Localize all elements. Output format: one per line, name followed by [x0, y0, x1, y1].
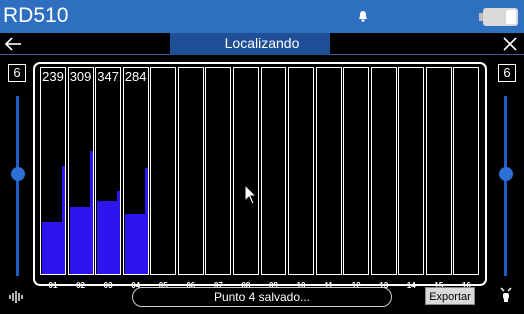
slider-track — [504, 96, 507, 276]
channel-label: 14 — [406, 281, 416, 290]
signal-icon — [9, 291, 23, 303]
channel-peak-bar — [89, 151, 93, 274]
channel-value: 309 — [69, 69, 92, 84]
channel-level-bar — [97, 201, 118, 274]
close-icon — [503, 37, 517, 51]
channel-peak-bar — [61, 165, 65, 274]
channel-graph: 239 01 309 02 347 03 284 04 05 06 07 08 09 10 11 12 13 14… — [33, 62, 487, 290]
status-message-box: Punto 4 salvado... — [132, 287, 392, 307]
channel-value: 284 — [124, 69, 147, 84]
right-level-indicator: 6 — [498, 64, 516, 82]
channel-column — [232, 67, 259, 275]
device-title: RD510 — [3, 4, 69, 27]
close-button[interactable] — [500, 34, 520, 54]
slider-knob[interactable] — [11, 167, 25, 182]
left-level-indicator: 6 — [8, 64, 26, 82]
status-message: Punto 4 salvado... — [213, 290, 311, 304]
channel-label: 03 — [103, 281, 113, 290]
channel-peak-bar — [117, 190, 121, 274]
channel-column — [260, 67, 287, 275]
channel-bars: 239 01 309 02 347 03 284 04 05 06 07 08 09 10 11 12 13 14… — [40, 67, 481, 290]
back-button[interactable] — [4, 34, 24, 54]
bell-icon — [359, 11, 367, 22]
arrow-left-icon — [4, 37, 21, 51]
status-bar: RD510 — [0, 0, 524, 33]
slider-track — [16, 96, 19, 276]
channel-level-bar — [69, 207, 90, 274]
channel-column — [370, 67, 397, 275]
channel-column — [425, 67, 452, 275]
right-gain-slider[interactable] — [499, 96, 513, 276]
channel-column — [398, 67, 425, 275]
channel-column — [453, 67, 480, 275]
export-button[interactable]: Exportar — [425, 287, 475, 305]
channel-column — [205, 67, 232, 275]
channel-column — [288, 67, 315, 275]
channel-column: 284 — [122, 67, 149, 275]
channel-column — [343, 67, 370, 275]
battery-icon — [479, 8, 518, 26]
channel-column: 309 — [67, 67, 94, 275]
mouse-cursor-icon — [244, 184, 258, 205]
channel-column — [315, 67, 342, 275]
page-title: Localizando — [224, 35, 300, 51]
channel-label: 02 — [76, 281, 85, 290]
slider-knob[interactable] — [499, 167, 513, 182]
channel-peak-bar — [144, 167, 148, 274]
lamp-icon — [500, 287, 512, 302]
channel-value: 347 — [97, 69, 119, 84]
channel-label: 01 — [48, 281, 58, 290]
channel-column: 347 — [95, 67, 122, 275]
left-gain-slider[interactable] — [11, 96, 25, 276]
channel-level-bar — [42, 222, 62, 274]
channel-column: 239 — [40, 67, 66, 275]
channel-column — [177, 67, 204, 275]
channel-level-bar — [124, 213, 145, 274]
channel-column — [150, 67, 177, 275]
channel-value: 239 — [42, 69, 64, 84]
